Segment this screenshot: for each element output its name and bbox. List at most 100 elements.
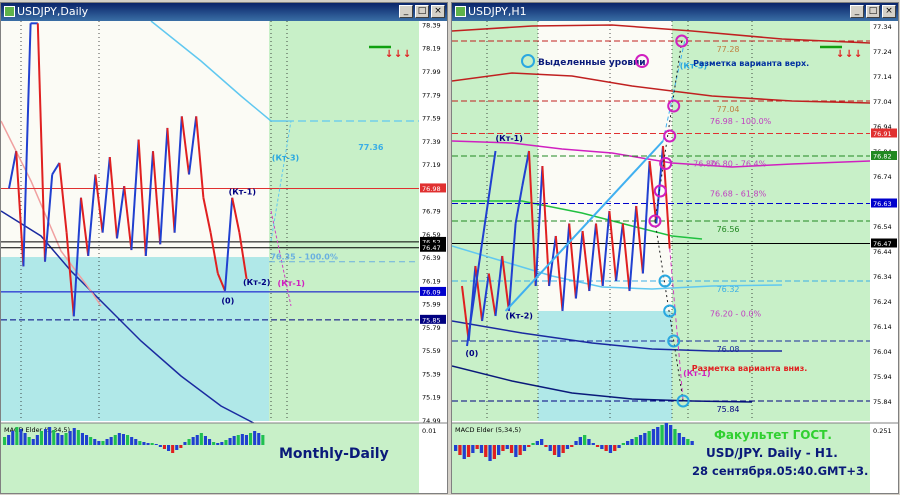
macd-bar bbox=[595, 445, 600, 447]
macd-bar bbox=[466, 445, 471, 457]
daily-chart-canvas[interactable]: 78.3978.1977.9977.7977.5977.3977.1976.99… bbox=[1, 21, 447, 493]
y-tick-label: 76.14 bbox=[873, 323, 892, 331]
macd-bar bbox=[68, 431, 72, 445]
macd-bar bbox=[199, 433, 203, 445]
macd-bar bbox=[93, 439, 97, 445]
price-tag-label-0: 76.91 bbox=[873, 130, 892, 138]
window-titlebar-h1[interactable]: USDJPY,H1 _ □ × bbox=[452, 3, 898, 21]
macd-bar bbox=[557, 445, 561, 457]
macd-bar bbox=[60, 435, 64, 445]
macd-bar bbox=[171, 445, 175, 453]
macd-bar bbox=[220, 442, 224, 445]
macd-bar bbox=[11, 431, 15, 445]
macd-bar bbox=[15, 427, 19, 445]
macd-bar bbox=[187, 439, 191, 445]
macd-bar bbox=[39, 431, 43, 445]
annotation-label-0: (Кт-1) bbox=[496, 134, 523, 143]
macd-bar bbox=[578, 437, 582, 445]
macd-bar bbox=[44, 429, 48, 445]
macd-bar bbox=[544, 445, 548, 447]
macd-bar bbox=[471, 445, 475, 453]
macd-bar bbox=[179, 445, 183, 448]
macd-bar bbox=[64, 433, 68, 445]
close-button[interactable]: × bbox=[431, 5, 445, 18]
y-tick-label: 77.79 bbox=[422, 91, 441, 99]
maximize-button[interactable]: □ bbox=[415, 5, 429, 18]
chart-window-h1[interactable]: USDJPY,H1 _ □ × 77.28 77.04 76.56 76.32 76.0… bbox=[451, 2, 899, 494]
level-label-0: 77.28 bbox=[717, 45, 740, 54]
macd-bar bbox=[158, 445, 162, 447]
caption-pair: USD/JPY. Daily - H1. bbox=[706, 446, 838, 460]
macd-bar bbox=[109, 437, 113, 445]
macd-bar bbox=[130, 437, 134, 445]
level-label-8: 76.08 bbox=[717, 345, 740, 354]
macd-bar bbox=[591, 443, 595, 445]
fib-level-label-4: 76.20 - 0.0% bbox=[710, 310, 762, 319]
macd-bar bbox=[638, 435, 643, 445]
note-label-0: Разметка варианта верх. bbox=[693, 59, 809, 68]
close-button[interactable]: × bbox=[882, 5, 896, 18]
y-tick-label: 74.99 bbox=[422, 417, 441, 425]
macd-bar bbox=[228, 438, 232, 445]
macd-bar bbox=[552, 445, 557, 455]
macd-bar bbox=[656, 427, 660, 445]
macd-bar bbox=[690, 441, 694, 445]
level-label-5: 76.56 bbox=[717, 225, 740, 234]
price-tag-label-3: 76.47 bbox=[873, 240, 892, 248]
window-titlebar-daily[interactable]: USDJPY,Daily _ □ × bbox=[1, 3, 447, 21]
macd-bar bbox=[475, 445, 479, 449]
macd-bar bbox=[561, 445, 565, 453]
macd-bar bbox=[52, 430, 56, 445]
annotation-label-5: 76.35 - 100.0% bbox=[270, 252, 338, 261]
price-tag-label-3: 76.09 bbox=[422, 288, 441, 296]
macd-bar bbox=[48, 427, 52, 445]
macd-bar bbox=[462, 445, 466, 459]
macd-bar bbox=[162, 445, 166, 449]
macd-bar bbox=[621, 443, 625, 445]
y-tick-label: 76.19 bbox=[422, 277, 441, 285]
macd-bar bbox=[208, 439, 212, 445]
chart-window-daily[interactable]: USDJPY,Daily _ □ × 78.39 78.19 77.99 77.79 7… bbox=[0, 2, 448, 494]
macd-bar bbox=[126, 435, 130, 445]
annotation-label-6: 77.36 bbox=[358, 143, 384, 152]
indicator-scale-label: 0.251 bbox=[873, 427, 892, 435]
macd-bar bbox=[522, 445, 527, 451]
macd-bar bbox=[518, 445, 522, 455]
macd-bar bbox=[261, 435, 265, 445]
y-tick-label: 77.34 bbox=[873, 23, 892, 31]
zone-1 bbox=[538, 311, 672, 421]
macd-bar bbox=[105, 439, 109, 445]
price-tag-label-0: 76.98 bbox=[422, 185, 441, 193]
minimize-button[interactable]: _ bbox=[850, 5, 864, 18]
price-tag-label-1: 76.82 bbox=[873, 153, 892, 161]
price-tag-label-2: 76.47 bbox=[422, 244, 441, 252]
macd-bar bbox=[527, 445, 531, 447]
macd-bar bbox=[224, 440, 228, 445]
price-tag-label-4: 75.85 bbox=[422, 316, 441, 324]
maximize-button[interactable]: □ bbox=[866, 5, 880, 18]
fib-level-label-2: 76.68 - 61.8% bbox=[710, 190, 767, 199]
y-tick-label: 76.44 bbox=[873, 248, 892, 256]
macd-bar bbox=[97, 441, 101, 445]
down-arrow-icon: ↓ bbox=[385, 49, 393, 60]
annotation-label-3: (Кт-3) bbox=[272, 154, 299, 163]
macd-bar bbox=[488, 445, 492, 461]
level-label-9: 75.84 bbox=[717, 405, 740, 414]
minimize-button[interactable]: _ bbox=[399, 5, 413, 18]
legend-label: Выделенные уровни bbox=[538, 58, 646, 68]
macd-bar bbox=[27, 437, 31, 445]
annotation-label-2: (0) bbox=[221, 297, 234, 306]
macd-bar bbox=[651, 429, 656, 445]
macd-bar bbox=[35, 435, 39, 445]
macd-bar bbox=[634, 437, 638, 445]
macd-bar bbox=[80, 433, 84, 445]
chart-window-icon bbox=[455, 6, 466, 17]
macd-bar bbox=[154, 444, 158, 445]
macd-bar bbox=[604, 445, 608, 451]
h1-chart-canvas[interactable]: 77.28 77.04 76.56 76.32 76.08 75.84 77.34 77.24… bbox=[452, 21, 898, 493]
macd-bar bbox=[458, 445, 462, 455]
macd-bar bbox=[574, 441, 578, 445]
macd-bar bbox=[257, 433, 261, 445]
level-label-1: 77.04 bbox=[717, 105, 740, 114]
macd-bar bbox=[56, 433, 60, 445]
